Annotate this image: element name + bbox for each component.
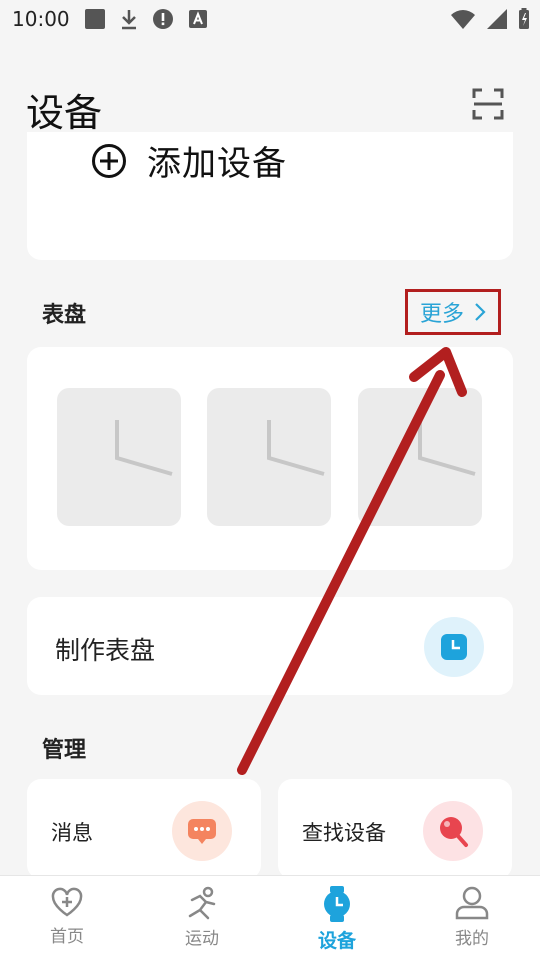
add-device-card[interactable]: 添加设备	[27, 132, 513, 260]
clock-face-icon	[267, 420, 325, 476]
tab-home-label: 首页	[50, 927, 84, 947]
find-device-label: 查找设备	[302, 821, 386, 845]
watch-face-thumbnail[interactable]	[57, 388, 181, 526]
heart-plus-icon	[51, 887, 83, 917]
battery-icon	[518, 8, 530, 34]
signal-icon	[486, 8, 508, 34]
make-watch-face-label: 制作表盘	[55, 636, 156, 665]
add-device-button[interactable]: 添加设备	[91, 136, 287, 185]
message-label: 消息	[51, 821, 93, 845]
clock-face-icon	[115, 420, 173, 476]
scan-button[interactable]	[472, 88, 504, 120]
tab-home[interactable]: 首页	[7, 886, 127, 947]
font-a-icon	[188, 9, 208, 29]
message-icon	[172, 801, 232, 861]
status-time: 10:00	[12, 7, 70, 31]
make-watch-face-card[interactable]: 制作表盘	[27, 597, 513, 695]
search-icon	[423, 801, 483, 861]
page-title: 设备	[26, 91, 103, 135]
running-icon	[188, 886, 216, 920]
find-device-tile[interactable]: 查找设备	[278, 779, 512, 879]
watch-face-thumbnail[interactable]	[207, 388, 331, 526]
tab-sport[interactable]: 运动	[142, 886, 262, 949]
tab-sport-label: 运动	[185, 929, 219, 949]
square-notification-icon	[84, 8, 106, 30]
message-tile[interactable]: 消息	[27, 779, 261, 879]
download-icon	[120, 8, 138, 30]
tab-me[interactable]: 我的	[412, 886, 532, 949]
scan-icon	[472, 88, 504, 120]
plus-circle-icon	[92, 143, 126, 178]
watch-face-thumbnail[interactable]	[358, 388, 482, 526]
clock-badge-icon	[424, 617, 484, 677]
add-device-label: 添加设备	[147, 144, 287, 184]
manage-title: 管理	[42, 738, 87, 763]
more-label: 更多	[419, 302, 464, 327]
status-bar: 10:00	[0, 0, 540, 38]
watch-faces-title: 表盘	[42, 303, 87, 328]
chevron-right-icon	[475, 303, 486, 321]
more-watch-faces-link[interactable]: 更多	[405, 289, 501, 335]
watch-icon	[324, 886, 350, 922]
alert-icon	[152, 8, 174, 30]
user-icon	[455, 886, 489, 920]
wifi-icon	[450, 8, 476, 34]
clock-face-icon	[418, 420, 476, 476]
tab-device-label: 设备	[317, 930, 356, 952]
tab-me-label: 我的	[455, 929, 489, 949]
bottom-tab-bar: 首页 运动 设备 我的	[0, 875, 540, 960]
tab-device[interactable]: 设备	[277, 886, 397, 953]
watch-faces-card	[27, 347, 513, 570]
